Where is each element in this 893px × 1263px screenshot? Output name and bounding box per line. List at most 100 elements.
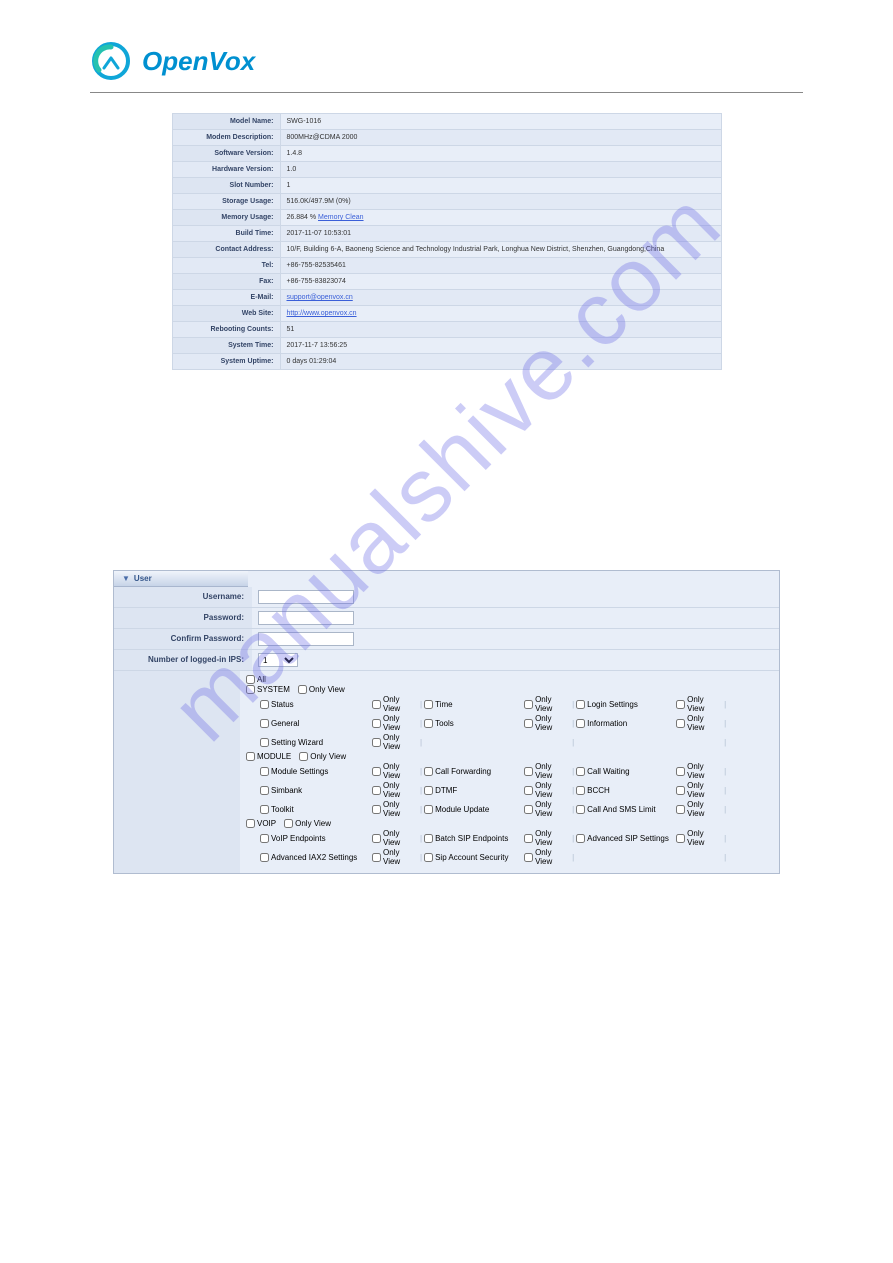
perm-item-onlyview-checkbox[interactable] (372, 719, 381, 728)
info-link[interactable]: support@openvox.cn (287, 294, 353, 301)
perm-item-onlyview-checkbox[interactable] (676, 767, 685, 776)
perm-item-checkbox-label: Time (435, 700, 452, 709)
perm-item-checkbox[interactable] (424, 786, 433, 795)
ips-label: Number of logged-in IPS: (114, 650, 252, 670)
perm-item-onlyview-checkbox[interactable] (372, 834, 381, 843)
perm-item-onlyview-checkbox-label: Only View (383, 695, 414, 713)
perm-item-checkbox[interactable] (260, 853, 269, 862)
perm-item-checkbox[interactable] (576, 786, 585, 795)
info-link[interactable]: Memory Clean (318, 214, 364, 221)
perm-group-system-checkbox-label: SYSTEM (257, 685, 290, 694)
perm-item-checkbox[interactable] (424, 834, 433, 843)
perm-item-onlyview-checkbox-label: Only View (687, 800, 718, 818)
info-label: Modem Description: (172, 130, 280, 146)
info-value: +86-755-83823074 (280, 274, 721, 290)
perm-item-onlyview-checkbox[interactable] (676, 786, 685, 795)
perm-group-module-onlyview-checkbox[interactable] (299, 752, 308, 761)
perm-item-checkbox-label: VoIP Endpoints (271, 834, 326, 843)
info-value: 1.4.8 (280, 146, 721, 162)
user-panel: ▼User Username: Password: Confirm Passwo… (113, 570, 780, 874)
perm-item-checkbox[interactable] (576, 805, 585, 814)
info-label: Tel: (172, 258, 280, 274)
logo-text: OpenVox (142, 46, 255, 77)
perm-item-checkbox[interactable] (576, 834, 585, 843)
perm-item-onlyview-checkbox-label: Only View (535, 714, 566, 732)
perm-group-voip-onlyview-checkbox[interactable] (284, 819, 293, 828)
confirm-password-label: Confirm Password: (114, 629, 252, 649)
perm-all-checkbox-label: All (257, 675, 266, 684)
password-input[interactable] (258, 611, 354, 625)
perm-item-onlyview-checkbox[interactable] (524, 834, 533, 843)
perm-item-onlyview-checkbox[interactable] (372, 853, 381, 862)
perm-item-onlyview-checkbox-label: Only View (687, 695, 718, 713)
username-input[interactable] (258, 590, 354, 604)
perm-item-checkbox-label: Setting Wizard (271, 738, 323, 747)
table-row: Rebooting Counts:51 (172, 322, 721, 338)
info-value: 2017-11-7 13:56:25 (280, 338, 721, 354)
perm-item-checkbox[interactable] (260, 786, 269, 795)
perm-item-checkbox-label: Call And SMS Limit (587, 805, 655, 814)
perm-item-onlyview-checkbox[interactable] (676, 700, 685, 709)
perm-item-checkbox[interactable] (576, 719, 585, 728)
info-value: 10/F, Building 6-A, Baoneng Science and … (280, 242, 721, 258)
table-row: Software Version:1.4.8 (172, 146, 721, 162)
perm-item-checkbox[interactable] (576, 767, 585, 776)
perm-item-checkbox[interactable] (260, 767, 269, 776)
permissions-area: AllSYSTEMOnly ViewStatusOnly View|TimeOn… (114, 671, 779, 873)
table-row: Modem Description:800MHz@CDMA 2000 (172, 130, 721, 146)
perm-group-voip-checkbox[interactable] (246, 819, 255, 828)
table-row: Memory Usage:26.884 % Memory Clean (172, 210, 721, 226)
triangle-down-icon: ▼ (122, 574, 130, 583)
perm-item-onlyview-checkbox[interactable] (524, 786, 533, 795)
perm-item-onlyview-checkbox-label: Only View (687, 781, 718, 799)
confirm-password-input[interactable] (258, 632, 354, 646)
ips-select[interactable]: 1 (258, 653, 298, 667)
perm-item-onlyview-checkbox[interactable] (372, 805, 381, 814)
info-label: Memory Usage: (172, 210, 280, 226)
perm-item-checkbox[interactable] (260, 719, 269, 728)
perm-item-onlyview-checkbox[interactable] (524, 853, 533, 862)
perm-item-onlyview-checkbox-label: Only View (383, 848, 414, 866)
perm-item-onlyview-checkbox[interactable] (676, 805, 685, 814)
table-row: Fax:+86-755-83823074 (172, 274, 721, 290)
info-label: E-Mail: (172, 290, 280, 306)
perm-group-module-checkbox[interactable] (246, 752, 255, 761)
perm-item-checkbox[interactable] (424, 805, 433, 814)
perm-group-system-onlyview-checkbox[interactable] (298, 685, 307, 694)
perm-item-onlyview-checkbox[interactable] (524, 767, 533, 776)
info-link[interactable]: http://www.openvox.cn (287, 310, 357, 317)
perm-item-checkbox[interactable] (260, 738, 269, 747)
password-label: Password: (114, 608, 252, 628)
perm-item-onlyview-checkbox[interactable] (524, 700, 533, 709)
perm-item-onlyview-checkbox[interactable] (372, 738, 381, 747)
perm-item-checkbox[interactable] (576, 700, 585, 709)
info-value: 51 (280, 322, 721, 338)
perm-item-onlyview-checkbox-label: Only View (535, 695, 566, 713)
perm-item-onlyview-checkbox[interactable] (372, 700, 381, 709)
perm-item-checkbox[interactable] (260, 700, 269, 709)
table-row: E-Mail: support@openvox.cn (172, 290, 721, 306)
perm-item-checkbox[interactable] (424, 767, 433, 776)
perm-item-checkbox[interactable] (424, 700, 433, 709)
perm-item-checkbox-label: Call Forwarding (435, 767, 491, 776)
perm-item-onlyview-checkbox[interactable] (372, 786, 381, 795)
perm-item-checkbox[interactable] (260, 834, 269, 843)
perm-item-onlyview-checkbox[interactable] (676, 719, 685, 728)
perm-item-onlyview-checkbox-label: Only View (687, 714, 718, 732)
perm-item-onlyview-checkbox[interactable] (372, 767, 381, 776)
info-value: http://www.openvox.cn (280, 306, 721, 322)
perm-item-checkbox[interactable] (260, 805, 269, 814)
perm-all-checkbox[interactable] (246, 675, 255, 684)
perm-item-checkbox-label: Login Settings (587, 700, 638, 709)
perm-item-onlyview-checkbox-label: Only View (383, 800, 414, 818)
perm-item-onlyview-checkbox[interactable] (524, 805, 533, 814)
info-value: 2017-11-07 10:53:01 (280, 226, 721, 242)
perm-item-checkbox[interactable] (424, 853, 433, 862)
perm-item-checkbox-label: Advanced SIP Settings (587, 834, 669, 843)
info-value: SWG-1016 (280, 114, 721, 130)
info-value: 800MHz@CDMA 2000 (280, 130, 721, 146)
perm-item-onlyview-checkbox[interactable] (676, 834, 685, 843)
perm-group-system-checkbox[interactable] (246, 685, 255, 694)
perm-item-checkbox[interactable] (424, 719, 433, 728)
perm-item-onlyview-checkbox[interactable] (524, 719, 533, 728)
